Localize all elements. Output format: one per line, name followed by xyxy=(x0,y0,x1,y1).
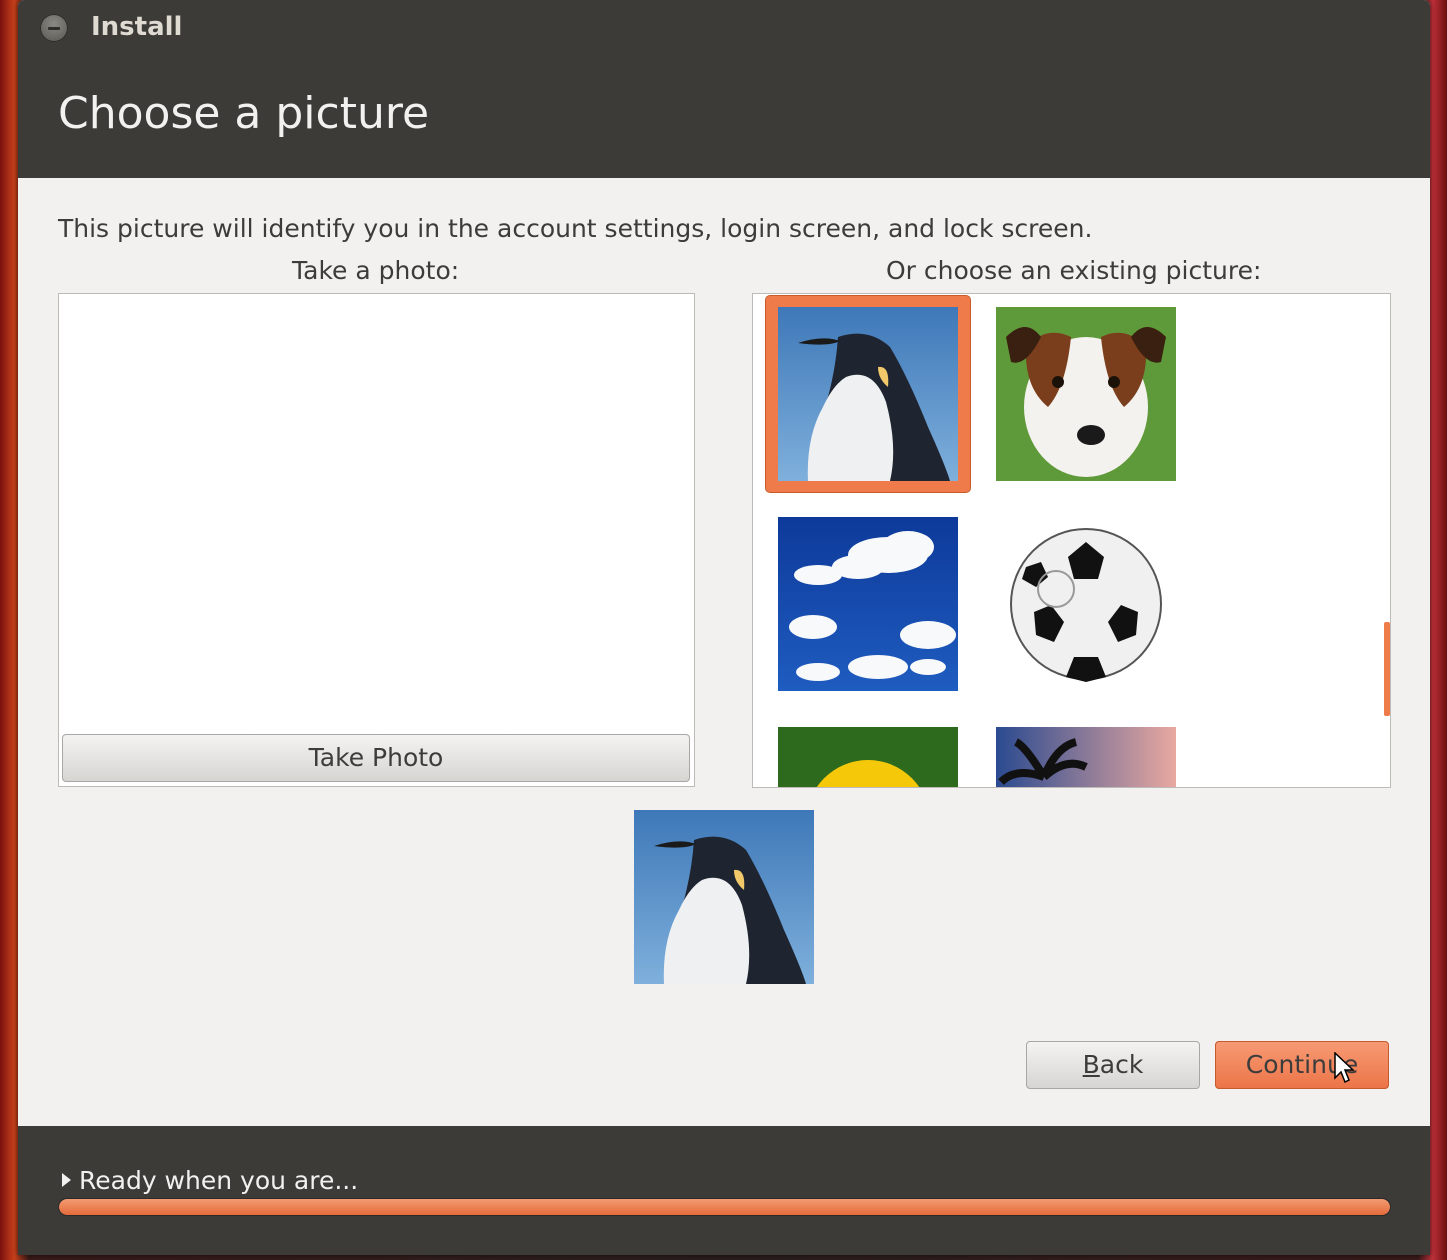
status-text: Ready when you are... xyxy=(79,1166,359,1195)
gallery-item-clouds[interactable] xyxy=(778,517,958,691)
back-label: ack xyxy=(1099,1050,1144,1079)
sunflower-icon xyxy=(778,727,958,787)
penguin-icon xyxy=(634,810,814,984)
gallery-item-palm-tree[interactable] xyxy=(996,727,1176,787)
picture-gallery xyxy=(752,293,1391,788)
gallery-item-dog[interactable] xyxy=(996,307,1176,481)
palm-tree-icon xyxy=(996,727,1176,787)
page-description: This picture will identify you in the ac… xyxy=(58,214,1093,243)
gallery-item-sunflower[interactable] xyxy=(778,727,958,787)
take-photo-label: Take a photo: xyxy=(292,256,460,285)
gallery-item-soccer-ball[interactable] xyxy=(996,517,1176,691)
continue-button[interactable]: Continue xyxy=(1215,1041,1389,1089)
take-photo-button[interactable]: Take Photo xyxy=(62,734,690,782)
webcam-preview-area: Take Photo xyxy=(58,293,695,787)
gallery-scrollbar[interactable] xyxy=(1384,622,1390,716)
dog-icon xyxy=(996,307,1176,481)
page-title: Choose a picture xyxy=(58,88,430,139)
back-mnemonic: B xyxy=(1082,1050,1100,1079)
status-toggle[interactable]: Ready when you are... xyxy=(62,1166,358,1195)
soccer-ball-icon xyxy=(996,517,1176,691)
mouse-cursor-icon xyxy=(1334,1052,1355,1084)
back-button[interactable]: Back xyxy=(1026,1041,1200,1089)
clouds-icon xyxy=(778,517,958,691)
existing-picture-label: Or choose an existing picture: xyxy=(886,256,1262,285)
close-window-icon[interactable] xyxy=(40,14,68,42)
install-progress-bar xyxy=(58,1198,1391,1216)
penguin-icon xyxy=(778,307,958,481)
expand-triangle-icon xyxy=(62,1173,71,1187)
window-title: Install xyxy=(91,12,183,42)
progress-fill xyxy=(59,1199,1390,1215)
header-bar: Install Choose a picture xyxy=(18,0,1430,178)
selected-picture-preview xyxy=(634,810,814,984)
gallery-item-penguin[interactable] xyxy=(778,307,958,481)
